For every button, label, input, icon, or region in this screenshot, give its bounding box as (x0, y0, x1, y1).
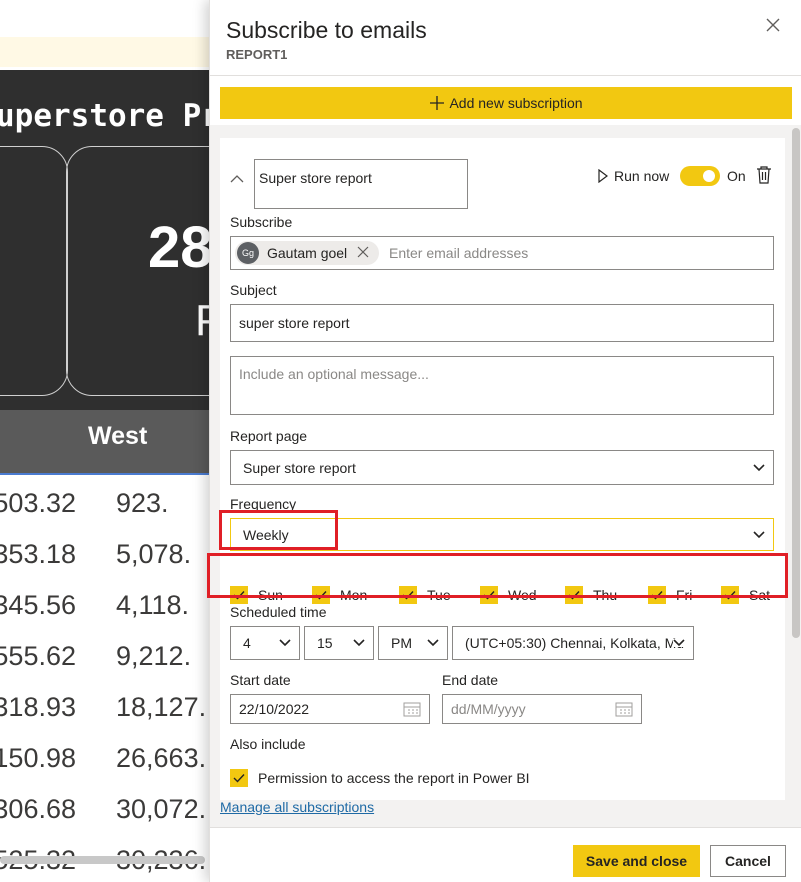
table-cell: 306.68 (0, 794, 76, 824)
table-row: 150.98 26,663. (0, 735, 210, 786)
play-icon (598, 169, 608, 183)
toggle-knob (703, 170, 715, 182)
remove-recipient-icon[interactable] (357, 245, 369, 261)
hour-value: 4 (243, 635, 251, 651)
calendar-icon[interactable] (615, 701, 633, 717)
run-now-button[interactable]: Run now (598, 168, 669, 184)
subject-label: Subject (230, 282, 277, 298)
report-title: uperstore Pro (0, 98, 210, 134)
checkmark-icon (230, 769, 248, 787)
end-date-input[interactable]: dd/MM/yyyy (442, 694, 642, 724)
table-cell: 345.56 (0, 590, 76, 620)
panel-title: Subscribe to emails (226, 17, 427, 43)
minute-value: 15 (317, 635, 333, 651)
table-row: 353.18 5,078. (0, 531, 210, 582)
chevron-down-icon (673, 639, 685, 647)
toggle-label: On (727, 168, 746, 184)
subscription-name-input[interactable]: Super store report (254, 159, 468, 209)
permission-label: Permission to access the report in Power… (258, 770, 530, 786)
table-cell: 4,118. (116, 590, 190, 620)
kpi-label: P (195, 296, 210, 345)
avatar: Gg (237, 242, 259, 264)
report-page-select[interactable]: Super store report (230, 450, 774, 485)
chevron-up-icon[interactable] (230, 171, 244, 183)
table-cell: 30,072. (116, 794, 207, 824)
table-row: 345.56 4,118. (0, 582, 210, 633)
email-input-placeholder[interactable]: Enter email addresses (389, 245, 528, 261)
subscribe-label: Subscribe (230, 214, 293, 230)
subject-value: super store report (239, 315, 350, 331)
run-now-label: Run now (614, 168, 670, 184)
minute-select[interactable]: 15 (304, 626, 374, 660)
recipient-chip: Gg Gautam goel (235, 241, 379, 265)
notification-bar (0, 37, 210, 67)
table-row: 306.68 30,072. (0, 786, 210, 837)
table-cell: 26,663. (116, 743, 207, 773)
column-header-west: West (88, 422, 148, 450)
chevron-down-icon (753, 463, 765, 471)
kpi-value: 28 (148, 215, 210, 280)
table-cell: 9,212. (116, 641, 192, 671)
table-cell: 18,127. (116, 692, 207, 722)
scheduled-time-label: Scheduled time (230, 604, 327, 620)
save-and-close-button[interactable]: Save and close (573, 845, 700, 877)
panel-body: Super store report Run now On Subscribe … (210, 125, 801, 827)
frequency-highlight-box (219, 510, 338, 550)
days-highlight-box (207, 553, 788, 598)
timezone-value: (UTC+05:30) Chennai, Kolkata, Mu (465, 635, 685, 651)
kpi-card (0, 146, 68, 396)
horizontal-scrollbar[interactable] (0, 856, 205, 864)
also-include-label: Also include (230, 736, 306, 752)
report-page-value: Super store report (243, 459, 356, 476)
chevron-down-icon (753, 530, 765, 538)
chevron-down-icon (427, 639, 439, 647)
subscription-toggle[interactable] (680, 166, 720, 186)
table-cell: 318.93 (0, 692, 76, 722)
permission-checkbox[interactable]: Permission to access the report in Power… (230, 769, 530, 787)
cancel-button[interactable]: Cancel (710, 845, 786, 877)
table-cell: 353.18 (0, 539, 76, 569)
table-cell: 503.32 (0, 488, 76, 518)
table-cell: 923. (116, 488, 169, 518)
timezone-select[interactable]: (UTC+05:30) Chennai, Kolkata, Mu (452, 626, 694, 660)
table-row: 318.93 18,127. (0, 684, 210, 735)
plus-icon (430, 96, 445, 110)
ampm-value: PM (391, 635, 412, 651)
panel-subtitle: REPORT1 (226, 47, 288, 62)
end-date-placeholder: dd/MM/yyyy (451, 701, 526, 717)
table-row: 555.62 9,212. (0, 633, 210, 684)
table-row: 503.32 923. (0, 480, 210, 531)
manage-subscriptions-link[interactable]: Manage all subscriptions (220, 799, 374, 815)
start-date-value: 22/10/2022 (239, 701, 310, 717)
background-report: uperstore Pro 28 P West 503.32 923. 353.1… (0, 0, 210, 882)
start-date-input[interactable]: 22/10/2022 (230, 694, 430, 724)
add-subscription-label: Add new subscription (449, 95, 583, 111)
calendar-icon[interactable] (403, 701, 421, 717)
subscribe-panel: Subscribe to emails REPORT1 Add new subs… (209, 0, 801, 882)
table-cell: 150.98 (0, 743, 76, 773)
email-recipients-field[interactable]: Gg Gautam goel Enter email addresses (230, 236, 774, 270)
panel-footer: Save and close Cancel (210, 827, 801, 882)
recipient-name: Gautam goel (267, 245, 348, 261)
table-cell: 5,078. (116, 539, 192, 569)
message-placeholder: Include an optional message... (239, 366, 429, 382)
table-cell: 555.62 (0, 641, 76, 671)
vertical-scrollbar[interactable] (792, 128, 800, 638)
message-textarea[interactable]: Include an optional message... (230, 356, 774, 415)
end-date-label: End date (442, 672, 499, 688)
close-icon[interactable] (762, 14, 784, 36)
chevron-down-icon (279, 639, 291, 647)
report-page-label: Report page (230, 428, 308, 444)
panel-header: Subscribe to emails REPORT1 (210, 0, 801, 76)
subscription-card: Super store report Run now On Subscribe … (220, 138, 785, 800)
chevron-down-icon (353, 639, 365, 647)
hour-select[interactable]: 4 (230, 626, 300, 660)
trash-icon[interactable] (756, 166, 772, 189)
subject-input[interactable]: super store report (230, 304, 774, 342)
start-date-label: Start date (230, 672, 291, 688)
ampm-select[interactable]: PM (378, 626, 448, 660)
add-subscription-button[interactable]: Add new subscription (220, 87, 792, 119)
